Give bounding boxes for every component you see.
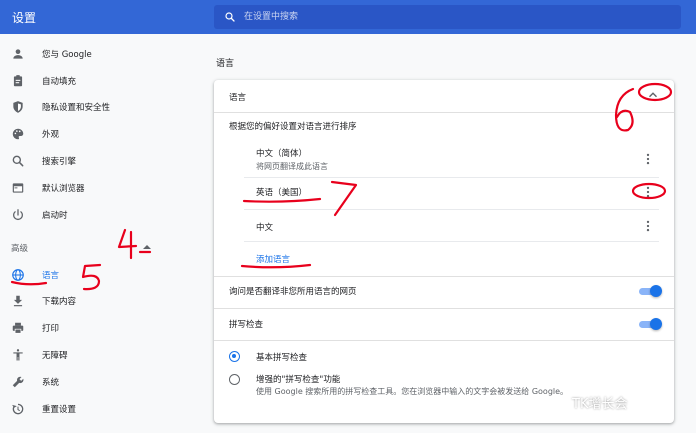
- sidebar-item-search-engine[interactable]: 搜索引擎: [0, 149, 196, 173]
- translate-offer-toggle[interactable]: [638, 285, 662, 297]
- sidebar-item-default-browser[interactable]: 默认浏览器: [0, 176, 196, 200]
- clipboard-icon: [11, 74, 25, 88]
- enhanced-spellcheck-desc: 使用 Google 搜索所用的拼写检查工具。您在浏览器中输入的文字会被发送给 G…: [256, 387, 569, 396]
- sidebar-item-on-startup[interactable]: 启动时: [0, 203, 196, 227]
- palette-icon: [11, 127, 25, 141]
- divider: [214, 340, 674, 341]
- globe-icon: [11, 268, 25, 282]
- person-icon: [11, 47, 25, 61]
- language-name: 中文（简体）: [256, 149, 308, 159]
- enhanced-spellcheck-label: 增强的"拼写检查"功能: [256, 375, 341, 385]
- sidebar-item-label: 语言: [42, 271, 60, 281]
- translate-offer-label: 询问是否翻译非您所用语言的网页: [229, 287, 357, 297]
- sidebar-item-printing[interactable]: 打印: [0, 316, 196, 340]
- chevron-up-icon[interactable]: [646, 88, 660, 102]
- search-icon: [225, 12, 235, 22]
- sidebar-item-languages[interactable]: 语言: [0, 263, 196, 287]
- sidebar-item-label: 隐私设置和安全性: [42, 103, 111, 113]
- watermark-text: TK增长会: [572, 397, 628, 412]
- sidebar-item-label: 系统: [42, 378, 60, 388]
- sidebar-item-label: 您与 Google: [42, 50, 92, 60]
- main-content: 语言 语言 根据您的偏好设置对语言进行排序 中文（简体） 将网页翻译成此语言 英…: [214, 34, 674, 433]
- basic-spellcheck-radio[interactable]: [229, 351, 240, 362]
- more-vert-icon[interactable]: [641, 152, 655, 166]
- language-subtitle: 将网页翻译成此语言: [256, 162, 328, 171]
- accessibility-icon: [11, 348, 25, 362]
- add-language-button[interactable]: 添加语言: [256, 253, 290, 265]
- language-name: 英语（美国）: [256, 188, 308, 198]
- sidebar: 您与 Google 自动填充 隐私设置和安全性 外观 搜索引擎 默认浏览器 启动…: [0, 34, 196, 433]
- wrench-icon: [11, 375, 25, 389]
- sidebar-item-autofill[interactable]: 自动填充: [0, 69, 196, 93]
- search-icon: [11, 154, 25, 168]
- more-vert-icon[interactable]: [641, 185, 655, 199]
- browser-icon: [11, 181, 25, 195]
- sidebar-item-appearance[interactable]: 外观: [0, 122, 196, 146]
- sidebar-item-label: 外观: [42, 130, 60, 140]
- download-icon: [11, 294, 25, 308]
- chevron-up-icon[interactable]: [142, 243, 152, 251]
- divider: [214, 308, 674, 309]
- language-name: 中文: [256, 223, 274, 233]
- sidebar-item-label: 打印: [42, 324, 60, 334]
- basic-spellcheck-label: 基本拼写检查: [256, 353, 308, 363]
- sidebar-item-downloads[interactable]: 下载内容: [0, 289, 196, 313]
- sidebar-item-privacy[interactable]: 隐私设置和安全性: [0, 95, 196, 119]
- page-title: 设置: [12, 11, 37, 25]
- spellcheck-toggle[interactable]: [638, 318, 662, 330]
- order-hint: 根据您的偏好设置对语言进行排序: [229, 122, 357, 132]
- shield-icon: [11, 100, 25, 114]
- advanced-section-label[interactable]: 高级: [11, 242, 28, 254]
- sidebar-item-label: 重置设置: [42, 405, 77, 415]
- sidebar-item-label: 自动填充: [42, 77, 77, 87]
- divider: [244, 209, 659, 210]
- divider: [214, 276, 674, 277]
- sidebar-item-label: 默认浏览器: [42, 184, 85, 194]
- sidebar-item-system[interactable]: 系统: [0, 370, 196, 394]
- divider: [244, 177, 659, 178]
- reset-icon: [11, 402, 25, 416]
- sidebar-item-label: 启动时: [42, 211, 68, 221]
- sidebar-item-label: 下载内容: [42, 297, 77, 307]
- divider: [214, 112, 674, 113]
- sidebar-item-label: 无障碍: [42, 351, 68, 361]
- search-input[interactable]: [244, 9, 664, 25]
- sidebar-item-label: 搜索引擎: [42, 157, 77, 167]
- languages-card: 语言 根据您的偏好设置对语言进行排序 中文（简体） 将网页翻译成此语言 英语（美…: [214, 80, 674, 423]
- wechat-logo-icon: [552, 394, 570, 409]
- spellcheck-label: 拼写检查: [229, 320, 264, 330]
- sidebar-item-accessibility[interactable]: 无障碍: [0, 343, 196, 367]
- more-vert-icon[interactable]: [641, 219, 655, 233]
- section-title: 语言: [216, 59, 235, 69]
- sidebar-item-reset[interactable]: 重置设置: [0, 397, 196, 421]
- enhanced-spellcheck-radio[interactable]: [229, 374, 240, 385]
- sidebar-item-you-and-google[interactable]: 您与 Google: [0, 42, 196, 66]
- power-icon: [11, 208, 25, 222]
- top-bar: 设置: [0, 0, 696, 34]
- printer-icon: [11, 321, 25, 335]
- divider: [244, 241, 659, 242]
- search-box[interactable]: [214, 5, 681, 29]
- languages-header[interactable]: 语言: [229, 91, 246, 103]
